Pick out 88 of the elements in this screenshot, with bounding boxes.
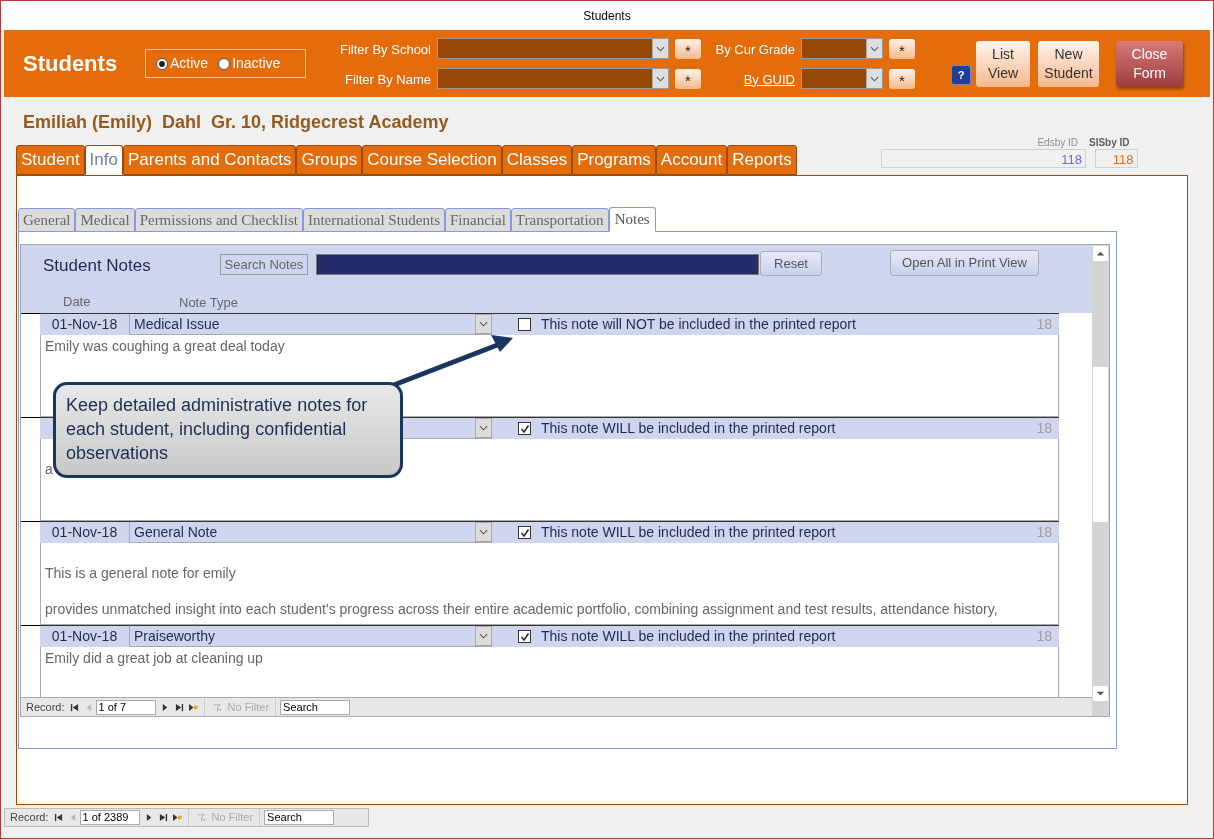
note-text: Emily did a great job at cleaning up [45,649,264,668]
clear-filter-button[interactable]: * [675,68,701,89]
include-checkbox[interactable] [518,630,531,643]
sub-tab[interactable]: Permissions and Checklist [134,208,303,232]
note-count: 18 [1036,315,1053,334]
sub-tab[interactable]: General [18,208,76,232]
main-tab[interactable]: Student [16,145,85,175]
include-checkbox[interactable] [518,318,531,331]
note-body[interactable]: Emily did a great job at cleaning up [40,647,1059,697]
id-field: 118 [881,149,1086,168]
guid-link[interactable]: By GUID [743,71,795,87]
include-text: This note WILL be included in the printed report [541,523,837,542]
include-checkbox[interactable] [518,526,531,539]
reset-button[interactable]: Reset [760,251,822,276]
clear-filter-button[interactable]: * [889,38,915,59]
filter-combo[interactable] [801,38,883,59]
check-icon [519,631,530,642]
sub-tab[interactable]: Financial [445,208,511,232]
id-label: Edsby ID [1037,137,1079,149]
record-search-field[interactable]: Search [264,810,335,825]
filter-label: Filter By School [339,41,431,57]
id-field: 118 [1094,149,1138,168]
status-radio[interactable]: Inactive [218,53,281,74]
main-tab[interactable]: Reports [727,145,797,175]
help-button[interactable]: ? [951,65,971,85]
filter-combo[interactable] [801,68,883,89]
note-text: This is a general note for emily [45,564,237,583]
note-body[interactable]: This is a general note for emily provides unmatched insight into each student's progress across their entire academic portfolio, combining assignment and test results, attendance history, [40,543,1059,625]
new-record-icon[interactable] [172,813,182,822]
app-title: Students [23,50,119,78]
next-record-icon[interactable] [144,813,154,822]
note-count: 18 [1036,523,1053,542]
record-label: Record: [25,699,65,715]
search-notes-label: Search Notes [220,254,308,275]
include-checkbox[interactable] [518,422,531,435]
note-count: 18 [1036,419,1053,438]
include-text: This note WILL be included in the printed report [541,627,837,646]
window-title: Students [583,7,631,25]
filter-label: By Cur Grade [715,41,795,57]
header-button[interactable]: Close Form [1116,40,1183,87]
sub-tab[interactable]: Transportation [510,208,609,232]
scrollbar[interactable] [1092,245,1109,716]
column-header: Date [63,293,91,311]
main-tab[interactable]: Groups [296,145,363,175]
header-button[interactable]: List View [976,40,1030,87]
new-record-icon[interactable] [188,702,198,712]
clear-filter-button[interactable]: * [675,38,701,59]
student-heading: Emiliah (Emily) Dahl Gr. 10, Ridgecrest Academy [23,110,449,134]
column-header: Note Type [179,294,239,312]
record-field[interactable]: 1 of 7 [95,699,156,715]
first-record-icon[interactable] [69,702,79,712]
include-text: This note WILL be included in the printed report [541,419,837,438]
sub-tab[interactable]: Notes [608,207,656,232]
record-field[interactable]: 1 of 2389 [79,810,140,825]
note-count: 18 [1036,627,1053,646]
next-record-icon[interactable] [160,702,170,712]
main-tab[interactable]: Programs [572,145,656,175]
record-label: Record: [9,810,49,826]
filter-icon [196,813,206,822]
callout-text: Keep detailed administrative notes for each student, including confidential observations [53,382,403,478]
note-text: Emily was coughing a great deal today [45,337,286,356]
sub-tab[interactable]: Medical [75,208,135,232]
print-view-button[interactable]: Open All in Print View [890,250,1039,276]
status-radio[interactable]: Active [156,53,209,74]
last-record-icon[interactable] [174,702,184,712]
first-record-icon[interactable] [53,813,63,822]
search-notes-field[interactable] [316,254,759,275]
check-icon [519,527,530,538]
main-tab[interactable]: Course Selection [362,145,502,175]
check-icon [519,423,530,434]
last-record-icon[interactable] [158,813,168,822]
include-text: This note will NOT be included in the printed report [541,315,857,334]
main-tab[interactable]: Parents and Contacts [122,145,297,175]
clear-filter-button[interactable]: * [889,68,915,89]
record-search-field[interactable]: Search [280,699,351,715]
notes-title: Student Notes [43,255,151,277]
main-tab[interactable]: Account [655,145,728,175]
header-button[interactable]: New Student [1038,40,1099,87]
note-text: provides unmatched insight into each student's progress across their entire academic portfolio, combining assignment and test results, attendance history, [45,600,999,619]
filter-icon [212,702,222,712]
filter-combo[interactable] [437,68,669,89]
main-tab[interactable]: Info [84,145,123,175]
filter-combo[interactable] [437,38,669,59]
main-tab[interactable]: Classes [501,145,573,175]
note-text: a [45,460,54,479]
sub-tab[interactable]: International Students [302,208,445,232]
id-label: SISby ID [1089,137,1131,149]
filter-label: Filter By Name [345,71,431,87]
